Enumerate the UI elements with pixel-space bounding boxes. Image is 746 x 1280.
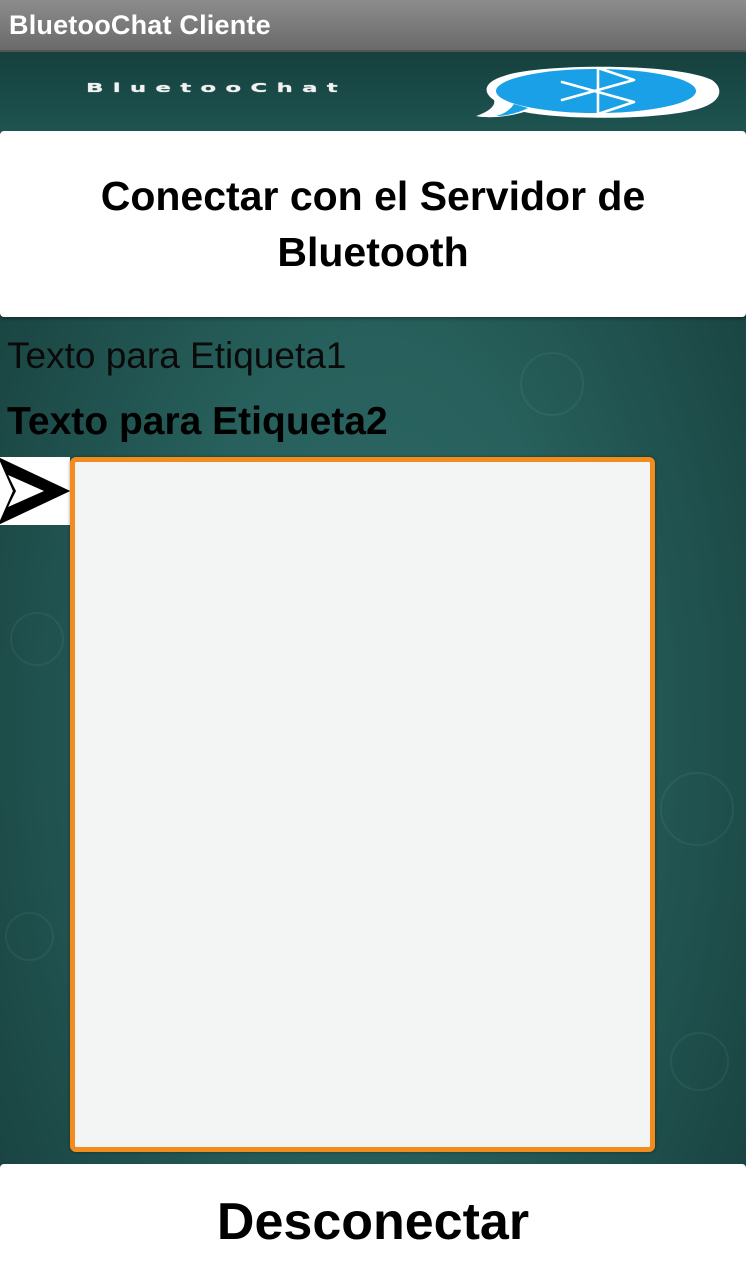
banner-wordmark: BluetooChat (86, 80, 347, 96)
connect-server-label: Conectar con el Servidor de Bluetooth (100, 173, 646, 275)
label-etiqueta1: Texto para Etiqueta1 (7, 335, 347, 376)
title-bar: BluetooChat Cliente (0, 0, 746, 52)
bluetooth-chat-bubble-icon (474, 62, 724, 122)
label-etiqueta2: Texto para Etiqueta2 (7, 400, 388, 443)
send-button[interactable] (0, 457, 71, 525)
connect-server-button[interactable]: Conectar con el Servidor de Bluetooth (0, 131, 746, 317)
chat-messages-area[interactable] (70, 457, 655, 1152)
app-title: BluetooChat Cliente (9, 10, 271, 40)
disconnect-button[interactable]: Desconectar (0, 1164, 746, 1280)
disconnect-label: Desconectar (216, 1193, 530, 1251)
send-arrow-icon (0, 457, 71, 525)
